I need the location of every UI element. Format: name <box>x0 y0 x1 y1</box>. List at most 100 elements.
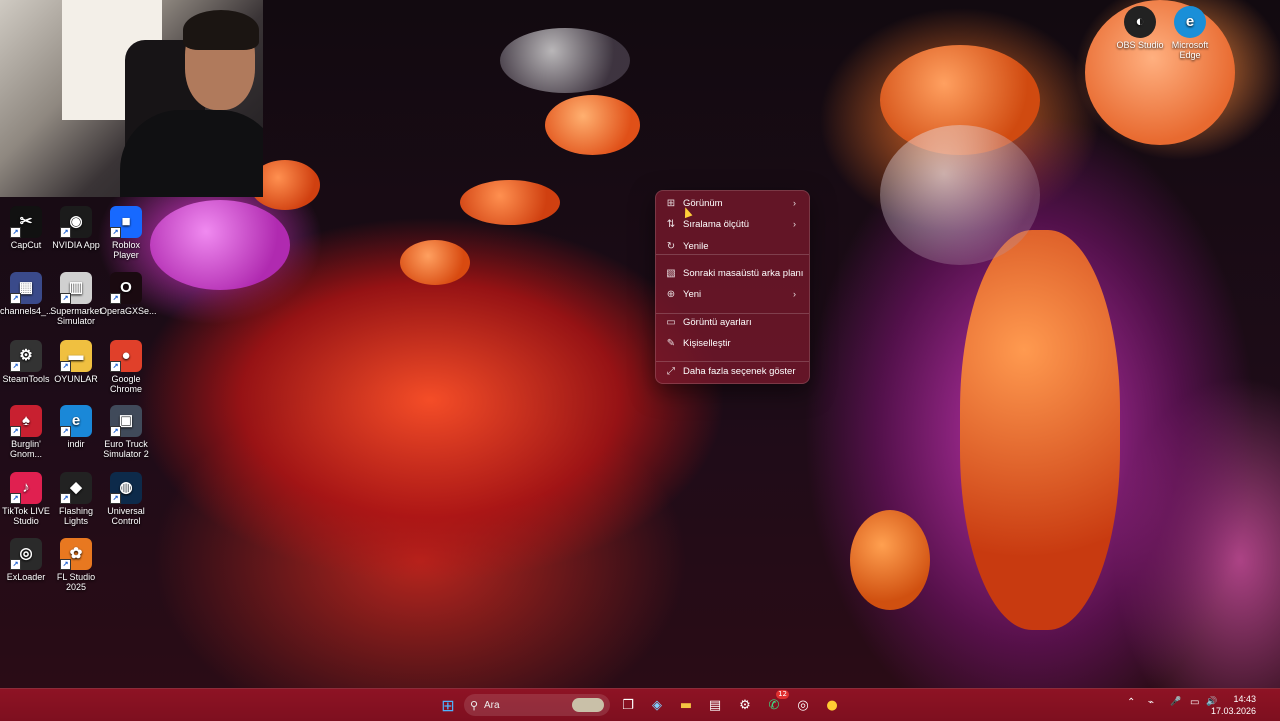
wallpaper-blob <box>500 28 630 93</box>
app-icon: O ↗ <box>110 272 142 304</box>
app-icon: ● ↗ <box>110 340 142 372</box>
taskbar-app-m365[interactable]: ◈ <box>645 693 669 717</box>
taskbar-app-task-view[interactable]: ❐ <box>616 693 640 717</box>
menu-item-label: Kişiselleştir <box>683 337 731 349</box>
shortcut-arrow-icon: ↗ <box>110 426 121 437</box>
menu-item-yenile[interactable]: ↻ Yenile <box>660 236 805 256</box>
desktop-icon-universal-control[interactable]: ◍ ↗ Universal Control <box>100 472 152 526</box>
webcam-overlay <box>0 0 263 197</box>
menu-item-kisisellestir[interactable]: ✎ Kişiselleştir <box>660 333 805 353</box>
new-icon: ⊕ <box>666 288 676 300</box>
desktop-context-menu: ⊞ Görünüm › ⇅ Sıralama ölçütü › ↻ Yenile ▧ Sonrak… <box>655 190 810 384</box>
desktop-icon-nvidia-app[interactable]: ◉ ↗ NVIDIA App <box>50 206 102 250</box>
wallpaper-icon: ▧ <box>666 267 676 279</box>
desktop-icon-label: OBS Studio <box>1116 40 1164 50</box>
desktop-icon-label: Universal Control <box>107 506 145 526</box>
desktop-icon-label: ExLoader <box>6 572 46 582</box>
taskbar-app-settings[interactable]: ⚙ <box>733 693 757 717</box>
taskbar-app-chrome[interactable]: ● <box>820 693 844 717</box>
menu-item-goruntu-ayarlar[interactable]: ▭ Görüntü ayarları <box>660 312 805 332</box>
app-icon: ▣ ↗ <box>110 405 142 437</box>
monitor-icon[interactable]: ▭ <box>1190 697 1199 708</box>
display-icon: ▭ <box>666 316 676 328</box>
microphone-icon[interactable]: 🎤 <box>1170 697 1181 707</box>
system-clock[interactable]: 14:43 17.03.2026 <box>1211 693 1256 717</box>
desktop-icon-label: indir <box>67 439 85 449</box>
notification-badge: 12 <box>776 690 789 699</box>
desktop-icon-indir[interactable]: e ↗ indir <box>50 405 102 449</box>
network-icon[interactable]: ⌁ <box>1148 697 1154 708</box>
start-button[interactable]: ⊞ <box>436 693 460 717</box>
m365-icon: ◈ <box>652 697 662 713</box>
chrome-icon: ● <box>826 697 838 713</box>
search-icon: ⚲ <box>469 699 479 712</box>
taskbar-search-box[interactable]: ⚲ Ara <box>464 694 610 716</box>
show-hidden-icons-chevron-icon[interactable]: ⌃ <box>1127 697 1135 708</box>
shortcut-arrow-icon: ↗ <box>10 361 21 372</box>
shortcut-arrow-icon: ↗ <box>110 361 121 372</box>
app-icon: ♪ ↗ <box>10 472 42 504</box>
desktop-icon-oyunlar[interactable]: ▬ ↗ OYUNLAR <box>50 340 102 384</box>
chevron-right-icon: › <box>793 198 796 208</box>
menu-item-s-ralama-olcutu[interactable]: ⇅ Sıralama ölçütü › <box>660 214 805 234</box>
desktop-icon-supermarket-simulator[interactable]: ▥ ↗ Supermarket Simulator <box>50 272 102 326</box>
desktop-icon-label: NVIDIA App <box>52 240 100 250</box>
desktop-icon-label: OYUNLAR <box>54 374 98 384</box>
desktop-icon-label: TikTok LIVE Studio <box>2 506 50 526</box>
menu-item-label: Görüntü ayarları <box>683 316 752 328</box>
chevron-right-icon: › <box>793 289 796 299</box>
desktop-icon-channels4[interactable]: ▦ ↗ channels4_... <box>0 272 54 316</box>
wallpaper-blob <box>545 95 640 155</box>
clock-time: 14:43 <box>1233 694 1256 704</box>
wallpaper-blob <box>150 200 290 290</box>
search-placeholder: Ara <box>484 699 500 711</box>
menu-item-daha-fazla-secenek-goster[interactable]: ⤢ Daha fazla seçenek göster <box>660 361 805 381</box>
desktop-icon-obs-studio[interactable]: ◐ OBS Studio <box>1114 6 1166 50</box>
expand-icon: ⤢ <box>667 365 675 377</box>
menu-item-sonraki-masaustu-arka-plan[interactable]: ▧ Sonraki masaüstü arka planı <box>660 263 805 283</box>
desktop-icon-exloader[interactable]: ◎ ↗ ExLoader <box>0 538 52 582</box>
desktop-icon-euro-truck-simulator-2[interactable]: ▣ ↗ Euro Truck Simulator 2 <box>100 405 152 459</box>
app-icon: ◎ ↗ <box>10 538 42 570</box>
grid-icon: ⊞ <box>666 197 676 209</box>
taskbar: ⊞ ⚲ Ara ❐ ◈ ▬ ▤ ⚙ ✆ 12 ◎ ● ⌃ ⌁ 🎤 ▭ 🔊 14:43 17.03… <box>0 688 1280 721</box>
app-icon: ▦ ↗ <box>10 272 42 304</box>
taskbar-app-store[interactable]: ▤ <box>703 693 727 717</box>
sort-icon: ⇅ <box>666 218 676 230</box>
app-icon: ▥ ↗ <box>60 272 92 304</box>
desktop-icon-label: FL Studio 2025 <box>56 572 96 592</box>
desktop-icon-label: Microsoft Edge <box>1171 40 1209 60</box>
menu-item-label: Sıralama ölçütü <box>683 218 750 230</box>
menu-item-label: Daha fazla seçenek göster <box>683 365 796 377</box>
desktop-icon-label: Supermarket Simulator <box>50 306 102 326</box>
menu-item-yeni[interactable]: ⊕ Yeni › <box>660 284 805 304</box>
desktop-icon-burglin-gnom[interactable]: ♠ ↗ Burglin' Gnom... <box>0 405 52 459</box>
desktop-icon-roblox-player[interactable]: ■ ↗ Roblox Player <box>100 206 152 260</box>
shortcut-arrow-icon: ↗ <box>110 293 121 304</box>
desktop-icon-microsoft-edge[interactable]: e Microsoft Edge <box>1164 6 1216 60</box>
shortcut-arrow-icon: ↗ <box>60 426 71 437</box>
desktop-icon-label: channels4_... <box>0 306 54 316</box>
app-icon: ▬ ↗ <box>60 340 92 372</box>
taskbar-app-steam[interactable]: ◎ <box>791 693 815 717</box>
desktop-icon-operagxse[interactable]: O ↗ OperaGXSe... <box>100 272 157 316</box>
taskbar-app-whatsapp[interactable]: ✆ 12 <box>762 690 789 717</box>
app-icon: ◉ ↗ <box>60 206 92 238</box>
desktop-icon-fl-studio-2025[interactable]: ✿ ↗ FL Studio 2025 <box>50 538 102 592</box>
desktop-icon-flashing-lights[interactable]: ◆ ↗ Flashing Lights <box>50 472 102 526</box>
app-icon: ■ ↗ <box>110 206 142 238</box>
app-icon: ✿ ↗ <box>60 538 92 570</box>
desktop-icon-label: OperaGXSe... <box>100 306 157 316</box>
desktop-icon-google-chrome[interactable]: ● ↗ Google Chrome <box>100 340 152 394</box>
taskbar-app-file-explorer[interactable]: ▬ <box>674 693 698 717</box>
shortcut-arrow-icon: ↗ <box>60 361 71 372</box>
store-icon: ▤ <box>708 697 722 713</box>
desktop-icon-steamtools[interactable]: ⚙ ↗ SteamTools <box>0 340 52 384</box>
shortcut-arrow-icon: ↗ <box>60 559 71 570</box>
shortcut-arrow-icon: ↗ <box>10 227 21 238</box>
app-icon: e ↗ <box>60 405 92 437</box>
desktop-icon-capcut[interactable]: ✂ ↗ CapCut <box>0 206 52 250</box>
desktop-icon-tiktok-live-studio[interactable]: ♪ ↗ TikTok LIVE Studio <box>0 472 52 526</box>
shortcut-arrow-icon: ↗ <box>10 559 21 570</box>
shortcut-arrow-icon: ↗ <box>110 493 121 504</box>
